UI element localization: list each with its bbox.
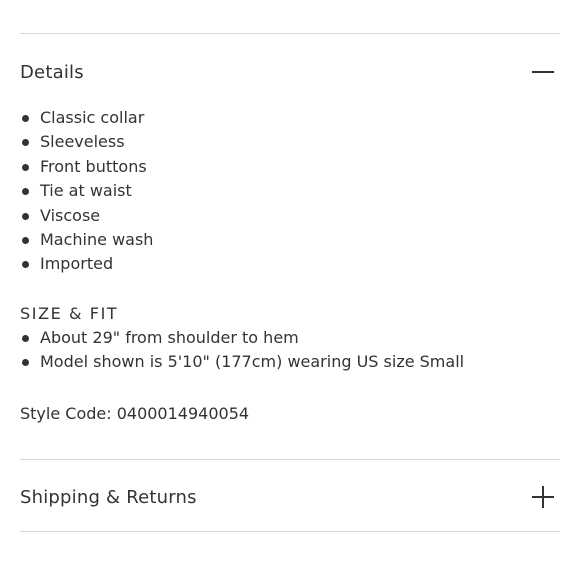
list-item-text: Tie at waist [40, 181, 132, 201]
list-item-text: Sleeveless [40, 132, 125, 152]
list-item-text: Viscose [40, 205, 101, 225]
list-item: Tie at waist [20, 179, 153, 203]
details-list: Classic collar Sleeveless Front buttons … [20, 106, 153, 277]
shipping-returns-title: Shipping & Returns [20, 486, 197, 508]
list-item: Classic collar [20, 106, 153, 130]
bottom-divider [20, 531, 560, 532]
details-accordion-header[interactable]: Details [20, 52, 560, 92]
bullet-icon [22, 236, 29, 244]
list-item: Machine wash [20, 228, 153, 252]
bullet-icon [22, 359, 29, 367]
list-item: Sleeveless [20, 130, 153, 154]
list-item-text: Machine wash [40, 229, 154, 249]
list-item: Model shown is 5'10" (177cm) wearing US … [20, 350, 464, 374]
list-item: About 29" from shoulder to hem [20, 326, 464, 350]
details-title: Details [20, 61, 84, 83]
style-code: Style Code: 0400014940054 [20, 404, 250, 423]
size-fit-heading: SIZE & FIT [20, 304, 119, 323]
minus-icon[interactable] [531, 60, 555, 84]
section-divider [20, 459, 560, 460]
list-item-text: Front buttons [40, 156, 147, 176]
list-item: Imported [20, 252, 153, 276]
bullet-icon [22, 115, 29, 122]
plus-icon[interactable] [531, 485, 555, 509]
bullet-icon [22, 335, 29, 342]
list-item-text: Classic collar [40, 108, 145, 127]
bullet-icon [22, 163, 29, 171]
list-item-text: Imported [40, 254, 114, 274]
list-item-text: Model shown is 5'10" (177cm) wearing US … [40, 352, 465, 372]
bullet-icon [22, 139, 29, 147]
bullet-icon [22, 261, 29, 269]
top-divider [20, 33, 560, 34]
list-item: Viscose [20, 204, 153, 228]
shipping-returns-accordion-header[interactable]: Shipping & Returns [20, 477, 560, 517]
list-item: Front buttons [20, 155, 153, 179]
bullet-icon [22, 212, 29, 220]
bullet-icon [22, 188, 29, 196]
list-item-text: About 29" from shoulder to hem [40, 328, 299, 347]
size-fit-list: About 29" from shoulder to hem Model sho… [20, 326, 464, 375]
